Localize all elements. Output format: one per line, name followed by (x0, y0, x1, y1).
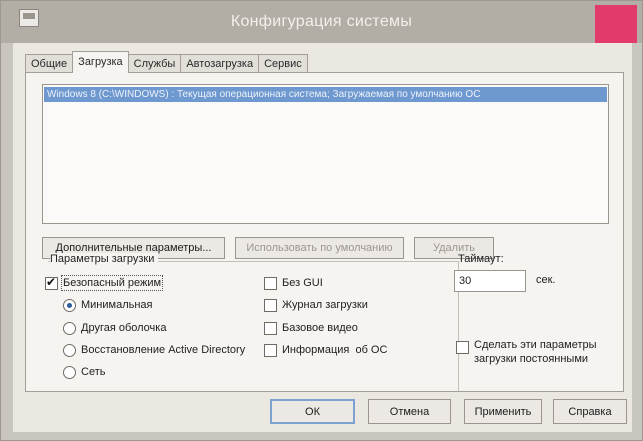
apply-button[interactable]: Применить (464, 399, 542, 424)
tab-boot[interactable]: Загрузка (72, 51, 129, 73)
ad-repair-label[interactable]: Восстановление Active Directory (81, 344, 245, 356)
tab-services[interactable]: Службы (127, 54, 182, 73)
help-button[interactable]: Справка (553, 399, 627, 424)
system-configuration-window: Конфигурация системы Общие Загрузка Служ… (0, 0, 643, 441)
minimal-label[interactable]: Минимальная (81, 299, 153, 311)
boot-options-title: Параметры загрузки (50, 253, 159, 265)
tab-tools[interactable]: Сервис (258, 54, 308, 73)
safe-boot-checkbox[interactable] (45, 275, 58, 290)
window-title: Конфигурация системы (230, 13, 413, 30)
ok-button[interactable]: ОК (270, 399, 355, 424)
network-radio[interactable] (63, 366, 76, 379)
safe-boot-label[interactable]: Безопасный режим (60, 275, 164, 291)
alternate-shell-radio[interactable] (63, 322, 76, 335)
timeout-input[interactable] (454, 270, 526, 292)
tab-strip: Общие Загрузка Службы Автозагрузка Серви… (25, 51, 308, 73)
base-video-checkbox[interactable] (264, 322, 277, 335)
base-video-label[interactable]: Базовое видео (282, 322, 358, 334)
os-boot-info-label[interactable]: Информация об ОС (282, 344, 387, 356)
alternate-shell-label[interactable]: Другая оболочка (81, 322, 166, 334)
no-gui-checkbox[interactable] (264, 277, 277, 290)
no-gui-label[interactable]: Без GUI (282, 277, 323, 289)
os-boot-info-checkbox[interactable] (264, 344, 277, 357)
boot-entries-list[interactable]: Windows 8 (C:\WINDOWS) : Текущая операци… (42, 84, 609, 224)
minimal-radio[interactable] (63, 299, 76, 312)
ad-repair-radio[interactable] (63, 344, 76, 357)
make-permanent-label-line1[interactable]: Сделать эти параметры (474, 339, 597, 351)
dialog-client-area: Общие Загрузка Службы Автозагрузка Серви… (13, 43, 632, 432)
boot-entry-selected[interactable]: Windows 8 (C:\WINDOWS) : Текущая операци… (44, 87, 607, 102)
timeout-unit: сек. (536, 274, 556, 286)
timeout-label: Таймаут: (458, 253, 504, 265)
boot-tab-panel: Windows 8 (C:\WINDOWS) : Текущая операци… (25, 72, 624, 392)
tab-general[interactable]: Общие (25, 54, 74, 73)
cancel-button[interactable]: Отмена (368, 399, 451, 424)
title-bar[interactable]: Конфигурация системы (1, 1, 642, 43)
make-permanent-label-line2[interactable]: загрузки постоянными (474, 353, 588, 365)
close-button[interactable] (595, 5, 637, 43)
boot-log-checkbox[interactable] (264, 299, 277, 312)
close-icon (595, 5, 637, 43)
set-as-default-button[interactable]: Использовать по умолчанию (235, 237, 404, 259)
make-permanent-checkbox[interactable] (456, 341, 469, 354)
boot-log-label[interactable]: Журнал загрузки (282, 299, 368, 311)
network-label[interactable]: Сеть (81, 366, 105, 378)
tab-startup[interactable]: Автозагрузка (180, 54, 260, 73)
